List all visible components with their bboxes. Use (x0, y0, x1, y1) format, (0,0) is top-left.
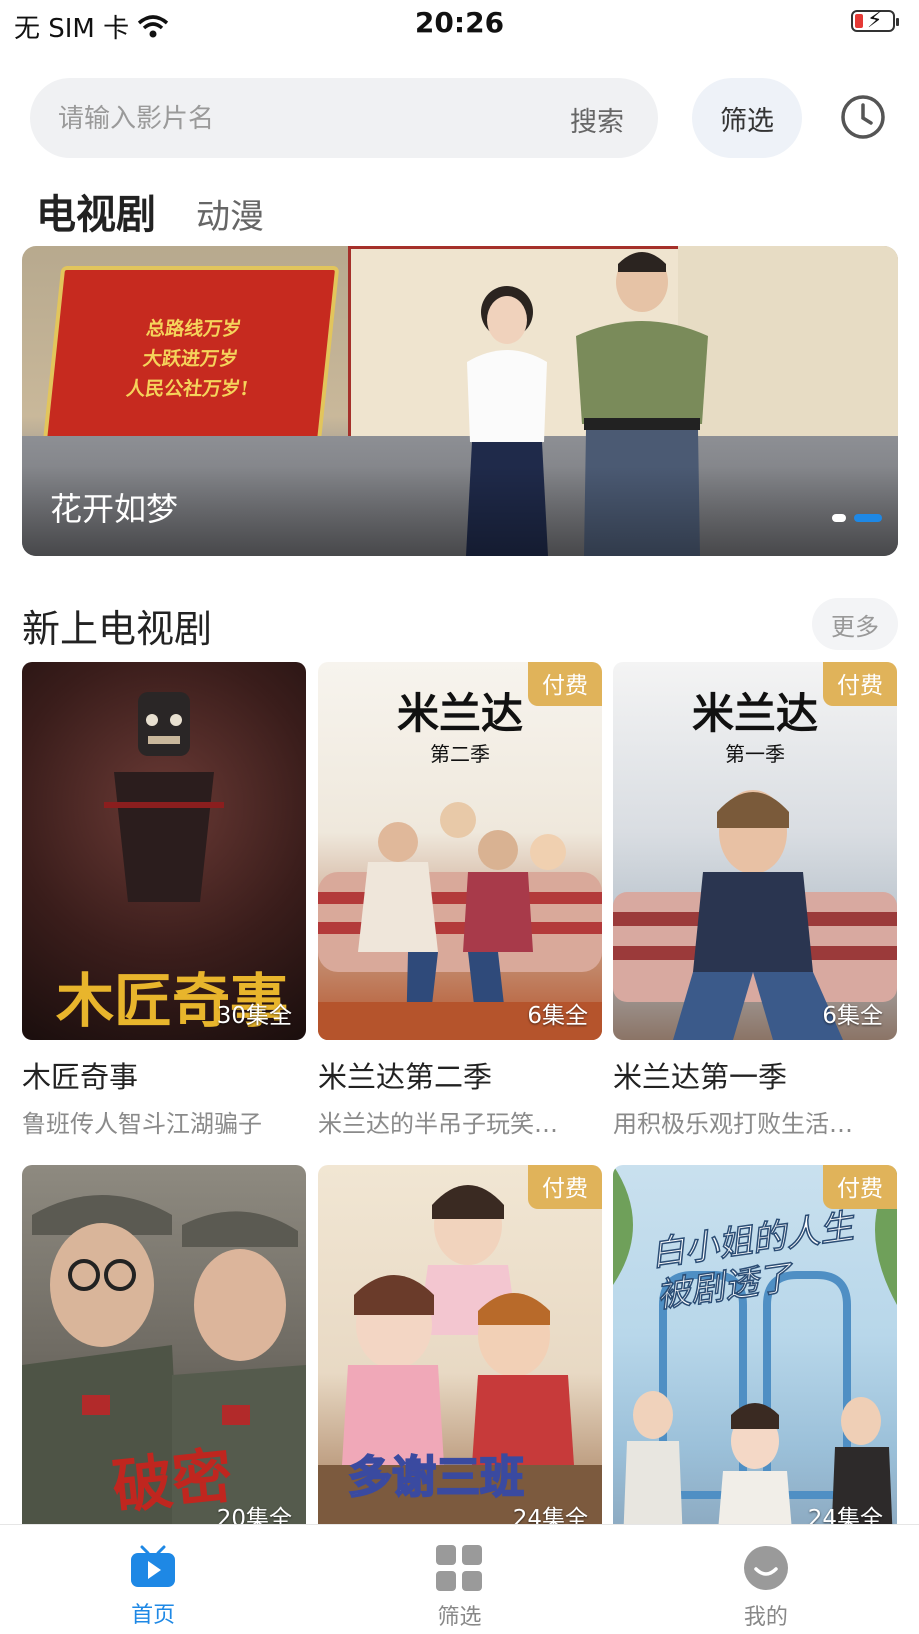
poster-line-1: 总路线万岁 (145, 318, 243, 340)
history-clock-icon[interactable] (840, 94, 886, 140)
cover-art-subtitle: 第二季 (430, 742, 490, 766)
episode-count: 6集全 (822, 1003, 883, 1029)
show-cover[interactable]: 多谢三班 付费 24集全 (318, 1165, 602, 1543)
paid-badge: 付费 (823, 662, 897, 706)
show-card-miranda-s1[interactable]: 米兰达 第一季 付费 6集全 米兰达第一季 用积极乐观打败生活… (613, 662, 897, 1139)
show-card-muzhuang[interactable]: 木匠奇事 30集全 木匠奇事 鲁班传人智斗江湖骗子 (22, 662, 306, 1139)
puppet-figure-art (104, 692, 224, 902)
search-bar: 搜索 (30, 78, 658, 160)
section-title: 新上电视剧 (22, 607, 213, 651)
nav-filter[interactable]: 筛选 (306, 1525, 612, 1634)
bottom-nav: 首页 筛选 我的 (0, 1524, 919, 1634)
tab-tv-series[interactable]: 电视剧 (36, 182, 156, 240)
episode-count: 6集全 (527, 1003, 588, 1029)
cover-art-subtitle: 第一季 (725, 742, 785, 766)
search-button[interactable]: 搜索 (570, 100, 624, 139)
paid-badge: 付费 (823, 1165, 897, 1209)
episode-count: 30集全 (216, 1003, 292, 1029)
poster-line-2: 大跃进万岁 (141, 348, 240, 370)
status-bar: 无 SIM 卡 20:26 ⚡ (0, 0, 919, 48)
show-cover[interactable]: 破密 20集全 (22, 1165, 306, 1543)
nav-profile[interactable]: 我的 (613, 1525, 919, 1634)
nav-home[interactable]: 首页 (0, 1525, 306, 1634)
banner-red-poster: 总路线万岁 大跃进万岁 人民公社万岁! (42, 266, 340, 444)
show-name: 米兰达第一季 (613, 1060, 788, 1094)
show-card-miranda-s2[interactable]: 米兰达 第二季 付费 6集全 米兰达第二季 米兰达的半吊子玩笑… (318, 662, 602, 1139)
battery-icon: ⚡ (851, 8, 899, 33)
poster-line-3: 人民公社万岁! (125, 378, 250, 400)
show-name: 木匠奇事 (22, 1060, 139, 1094)
banner-page-indicator (832, 514, 882, 522)
show-name: 米兰达第二季 (318, 1060, 493, 1094)
tv-play-icon (131, 1545, 176, 1587)
banner-title: 花开如梦 (50, 490, 179, 528)
filter-button[interactable]: 筛选 (692, 78, 802, 158)
show-cover[interactable]: 木匠奇事 30集全 (22, 662, 306, 1040)
smile-face-icon (743, 1546, 788, 1590)
category-tabs: 电视剧 动漫 (36, 182, 264, 240)
show-card-baixiaojie[interactable]: 白小姐的人生被剧透了 付费 24集全 (613, 1165, 897, 1543)
paid-badge: 付费 (528, 662, 602, 706)
banner-dot-1[interactable] (832, 514, 846, 522)
show-desc: 米兰达的半吊子玩笑… (318, 1110, 558, 1138)
more-button[interactable]: 更多 (812, 598, 898, 650)
show-desc: 鲁班传人智斗江湖骗子 (22, 1110, 262, 1138)
show-cover[interactable]: 米兰达 第一季 付费 6集全 (613, 662, 897, 1040)
show-card-pomi[interactable]: 破密 20集全 (22, 1165, 306, 1543)
show-cover[interactable]: 白小姐的人生被剧透了 付费 24集全 (613, 1165, 897, 1543)
cover-art-text: 多谢三班 (347, 1451, 525, 1504)
show-card-duoxie[interactable]: 多谢三班 付费 24集全 (318, 1165, 602, 1543)
featured-banner[interactable]: 总路线万岁 大跃进万岁 人民公社万岁! 花开如梦 (22, 246, 898, 556)
show-desc: 用积极乐观打败生活… (613, 1110, 853, 1138)
tab-anime[interactable]: 动漫 (196, 189, 264, 240)
grid-icon (436, 1545, 483, 1591)
clock: 20:26 (414, 6, 505, 39)
paid-badge: 付费 (528, 1165, 602, 1209)
nav-profile-label: 我的 (743, 1605, 788, 1630)
search-input[interactable] (56, 78, 530, 160)
nav-home-label: 首页 (131, 1603, 176, 1628)
banner-dot-2[interactable] (854, 514, 882, 522)
nav-filter-label: 筛选 (437, 1605, 482, 1630)
show-cover[interactable]: 米兰达 第二季 付费 6集全 (318, 662, 602, 1040)
